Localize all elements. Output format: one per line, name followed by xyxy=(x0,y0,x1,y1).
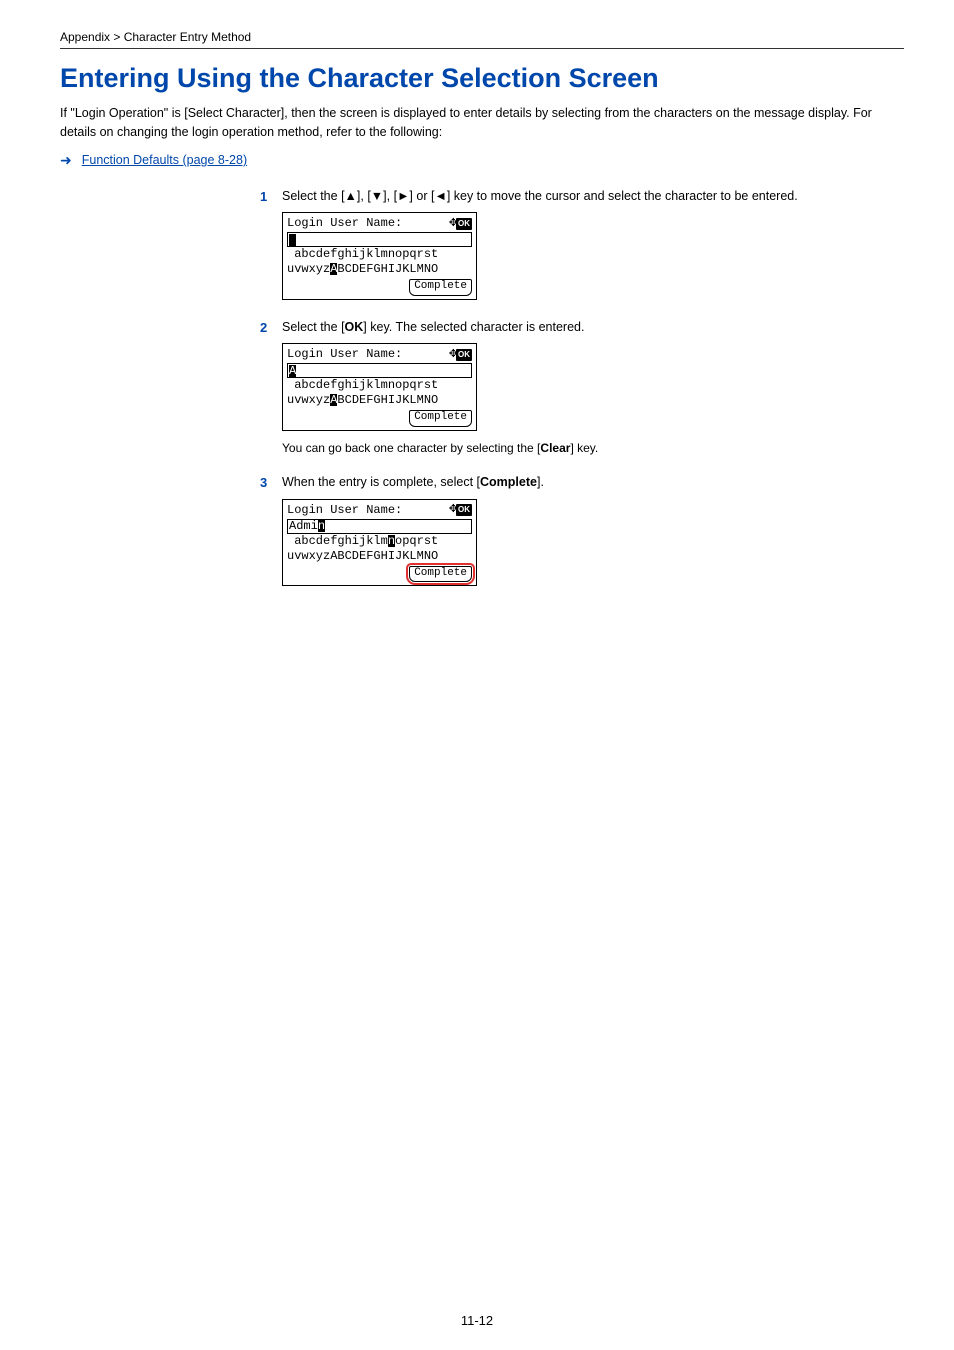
lcd-screen-1: Login User Name: ✥ OK abcdefghijklmnopqr… xyxy=(282,212,477,300)
entered-char: A xyxy=(289,365,296,377)
lcd-input-field xyxy=(287,232,472,247)
entered-text: Admi xyxy=(289,519,318,534)
arrows-icon: ✥ xyxy=(449,503,455,517)
lcd-title: Login User Name: xyxy=(287,503,402,518)
complete-button-highlighted[interactable]: Complete xyxy=(409,566,472,583)
char-row-1: abcdefghijklmnopqrst xyxy=(287,247,472,262)
char-row-1: abcdefghijklmnopqrst xyxy=(287,534,472,549)
function-defaults-link[interactable]: Function Defaults (page 8-28) xyxy=(82,153,247,167)
nav-ok-icon: ✥ OK xyxy=(449,348,472,362)
step-number: 1 xyxy=(260,187,274,207)
step-number: 2 xyxy=(260,318,274,338)
char-row-1: abcdefghijklmnopqrst xyxy=(287,378,472,393)
lcd-title: Login User Name: xyxy=(287,347,402,362)
step-2: 2 Select the [OK] key. The selected char… xyxy=(260,318,904,455)
arrows-icon: ✥ xyxy=(449,348,455,362)
breadcrumb: Appendix > Character Entry Method xyxy=(60,30,904,44)
nav-ok-icon: ✥ OK xyxy=(449,217,472,231)
step-3: 3 When the entry is complete, select [Co… xyxy=(260,473,904,586)
cursor-block xyxy=(289,234,296,246)
ok-badge-icon: OK xyxy=(456,504,472,516)
complete-button[interactable]: Complete xyxy=(409,279,472,296)
step-text: Select the [▲], [▼], [►] or [◄] key to m… xyxy=(282,187,798,207)
arrow-right-icon: ➜ xyxy=(60,152,72,169)
intro-paragraph: If "Login Operation" is [Select Characte… xyxy=(60,104,904,142)
cursor-char: n xyxy=(318,520,325,532)
lcd-screen-3: Login User Name: ✥ OK Admin abcdefghijkl… xyxy=(282,499,477,587)
reference-link-row: ➜ Function Defaults (page 8-28) xyxy=(60,152,904,169)
char-row-2: uvwxyzABCDEFGHIJKLMNO xyxy=(287,549,472,564)
char-row-2: uvwxyzABCDEFGHIJKLMNO xyxy=(287,262,472,277)
lcd-screen-2: Login User Name: ✥ OK A abcdefghijklmnop… xyxy=(282,343,477,431)
nav-ok-icon: ✥ OK xyxy=(449,503,472,517)
step-text: When the entry is complete, select [Comp… xyxy=(282,473,544,493)
step-text: Select the [OK] key. The selected charac… xyxy=(282,318,584,338)
ok-badge-icon: OK xyxy=(456,349,472,361)
lcd-title: Login User Name: xyxy=(287,216,402,231)
lcd-input-field: A xyxy=(287,363,472,378)
ok-badge-icon: OK xyxy=(456,218,472,230)
lcd-input-field: Admin xyxy=(287,519,472,534)
step-1: 1 Select the [▲], [▼], [►] or [◄] key to… xyxy=(260,187,904,300)
section-heading: Entering Using the Character Selection S… xyxy=(60,63,904,94)
step-number: 3 xyxy=(260,473,274,493)
complete-button[interactable]: Complete xyxy=(409,410,472,427)
header-rule xyxy=(60,48,904,49)
char-row-2: uvwxyzABCDEFGHIJKLMNO xyxy=(287,393,472,408)
page-number: 11-12 xyxy=(0,1313,954,1328)
clear-key-note: You can go back one character by selecti… xyxy=(282,441,904,455)
arrows-icon: ✥ xyxy=(449,217,455,231)
